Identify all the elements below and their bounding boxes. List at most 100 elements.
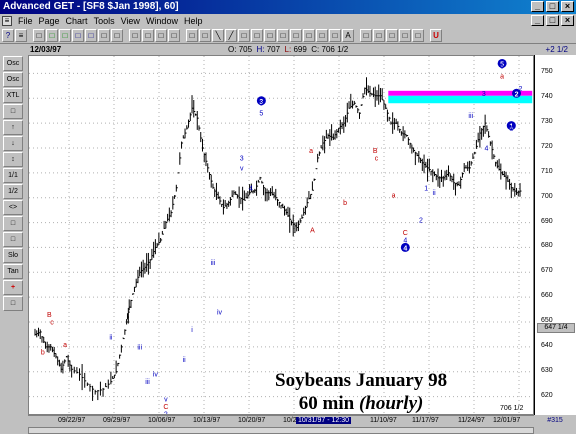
print-button[interactable]: □ — [129, 29, 141, 42]
wave-label: A — [310, 228, 315, 235]
wave-button[interactable]: □ — [3, 216, 23, 231]
settings-button[interactable]: □ — [168, 29, 180, 42]
page-button[interactable]: □ — [3, 296, 23, 311]
price-axis-label: 660 — [541, 292, 553, 300]
grid-tool-button[interactable]: □ — [290, 29, 302, 42]
open-label: O: — [228, 45, 237, 54]
ratio-1-1-button[interactable]: 1/1 — [3, 168, 23, 183]
scroll-right-button[interactable]: □ — [85, 29, 97, 42]
camera-button[interactable]: □ — [142, 29, 154, 42]
menu-page[interactable]: Page — [39, 16, 60, 26]
gann-tool-button[interactable]: □ — [303, 29, 315, 42]
menu-window[interactable]: Window — [146, 16, 178, 26]
low-label: L: — [284, 45, 292, 54]
arrow-down-button[interactable]: ↓ — [3, 136, 23, 151]
undo-button[interactable]: U — [430, 29, 442, 42]
crosshair-tool-button[interactable]: □ — [186, 29, 198, 42]
trendline-up-button[interactable]: ╱ — [225, 29, 237, 42]
wave-label: iii — [211, 260, 216, 267]
price-axis-label: 700 — [541, 192, 553, 200]
caption-interval: 60 min — [298, 393, 355, 414]
menu-tools[interactable]: Tools — [94, 16, 115, 26]
trendline-down-button[interactable]: ╲ — [212, 29, 224, 42]
maximize-button[interactable]: □ — [546, 1, 559, 12]
wave-label: 2 — [164, 411, 168, 414]
study-button[interactable]: □ — [3, 104, 23, 119]
wave-label: i — [191, 327, 193, 334]
wave-label: a — [63, 342, 67, 349]
wave-label: b — [343, 200, 347, 207]
menu-file[interactable]: File — [18, 16, 33, 26]
zoom-out-button[interactable]: □ — [59, 29, 71, 42]
pitchfork-tool-button[interactable]: □ — [329, 29, 341, 42]
menu-help[interactable]: Help — [184, 16, 203, 26]
minimize-button[interactable]: _ — [531, 1, 544, 12]
menu-chart[interactable]: Chart — [66, 16, 88, 26]
wave-label: v — [240, 165, 244, 172]
date-label: 10/2 — [283, 417, 297, 424]
wave-label: a — [309, 148, 313, 155]
ellipse-tool-button[interactable]: □ — [316, 29, 328, 42]
wave-label: 5 — [500, 63, 504, 70]
info-bar: 12/03/97 O: 705 H: 707 L: 699 C: 706 1/2… — [0, 44, 576, 55]
preview-button[interactable]: □ — [155, 29, 167, 42]
arc-tool-button[interactable]: □ — [277, 29, 289, 42]
chart-area[interactable]: 352134542BcbaiiiiiiviiivC2iiiiiiiv3v435a… — [28, 55, 576, 424]
doc-close-button[interactable]: × — [561, 15, 574, 26]
list-tool-button[interactable]: ≡ — [15, 29, 27, 42]
date-label: 11/24/97 — [458, 417, 485, 424]
ratio-1-2-button[interactable]: 1/2 — [3, 184, 23, 199]
ohlc-readout: O: 705 H: 707 L: 699 C: 706 1/2 — [228, 44, 348, 55]
price-axis-label: 680 — [541, 242, 553, 250]
menu-view[interactable]: View — [121, 16, 140, 26]
low-value: 699 — [293, 45, 307, 54]
slope-button[interactable]: Slo — [3, 248, 23, 263]
price-axis-label: 720 — [541, 142, 553, 150]
wave-label: 3 — [482, 91, 486, 98]
oscillator-1-button[interactable]: Osc — [3, 56, 23, 71]
text-tool-button[interactable]: A — [342, 29, 354, 42]
magnify-button[interactable]: □ — [360, 29, 372, 42]
scroll-left-button[interactable]: □ — [72, 29, 84, 42]
copy-button[interactable]: □ — [111, 29, 123, 42]
date-label: 10/06/97 — [148, 417, 176, 424]
expand-button[interactable]: <> — [3, 200, 23, 215]
help-tool-button[interactable]: ? — [2, 29, 14, 42]
resistance-band-lower — [388, 95, 533, 104]
arrow-both-button[interactable]: ↕ — [3, 152, 23, 167]
fib-tool-button[interactable]: □ — [238, 29, 250, 42]
xtl-button[interactable]: XTL — [3, 88, 23, 103]
cut-button[interactable]: □ — [98, 29, 110, 42]
wave-label: a — [500, 73, 504, 80]
close-button[interactable]: × — [561, 1, 574, 12]
price-chart[interactable]: 352134542BcbaiiiiiiviiivC2iiiiiiiv3v435a… — [29, 56, 576, 424]
wave-label: ii — [183, 357, 187, 364]
indicator-button[interactable]: □ — [412, 29, 424, 42]
horizontal-scrollbar[interactable] — [28, 427, 534, 434]
wave-label: 4 — [249, 185, 253, 192]
menu-bar: ≡ File Page Chart Tools View Window Help… — [0, 14, 576, 28]
crosshair-button[interactable]: + — [3, 280, 23, 295]
box-tool-button[interactable]: □ — [264, 29, 276, 42]
wave-label: 3 — [240, 155, 244, 162]
oscillator-2-button[interactable]: Osc — [3, 72, 23, 87]
doc-minimize-button[interactable]: _ — [531, 15, 544, 26]
pointer-tool-button[interactable]: □ — [199, 29, 211, 42]
new-page-button[interactable]: □ — [33, 29, 45, 42]
wave-circle-label: 4 — [403, 245, 407, 252]
profit-button[interactable]: □ — [386, 29, 398, 42]
wave-label: c — [375, 155, 379, 162]
channel-tool-button[interactable]: □ — [251, 29, 263, 42]
zoom-in-button[interactable]: □ — [46, 29, 58, 42]
system-menu-icon[interactable]: ≡ — [2, 16, 12, 26]
high-value: 707 — [266, 45, 281, 54]
cycle-button[interactable]: □ — [3, 232, 23, 247]
doc-restore-button[interactable]: □ — [546, 15, 559, 26]
scan-button[interactable]: □ — [399, 29, 411, 42]
price-axis-label: 740 — [541, 93, 553, 101]
tangent-button[interactable]: Tan — [3, 264, 23, 279]
arrow-up-button[interactable]: ↑ — [3, 120, 23, 135]
wave-label: ii — [433, 190, 437, 197]
expert-button[interactable]: □ — [373, 29, 385, 42]
caption-line-1: Soybeans January 98 — [275, 370, 448, 391]
